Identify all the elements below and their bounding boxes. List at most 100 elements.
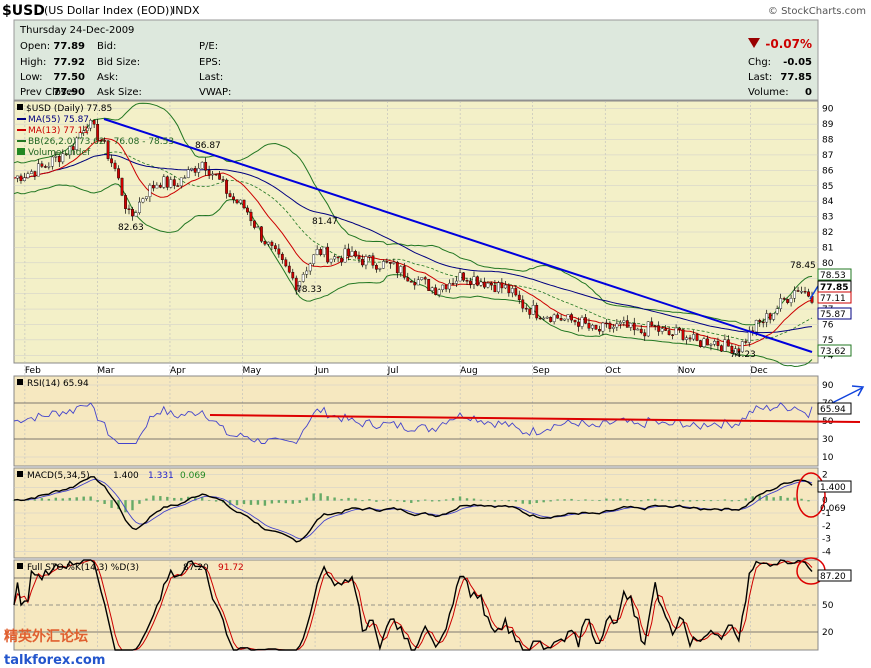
watermark-stockcharts: © StockCharts.com (768, 6, 866, 17)
rsi-tick-label: 90 (822, 381, 834, 391)
candle-body (657, 325, 661, 332)
candle-body (19, 175, 23, 182)
candle-body (507, 284, 511, 294)
candle-body (305, 270, 309, 275)
month-tick-label: Sep (533, 366, 550, 376)
macd-histogram-bar (556, 499, 559, 501)
box-rsi: 65.94 (817, 402, 852, 415)
candle-body (713, 340, 716, 345)
candle-body (496, 282, 500, 293)
candle-body (375, 265, 378, 270)
candle-body (200, 161, 204, 169)
price-tick-label: 84 (822, 197, 834, 207)
candle-body (165, 176, 169, 188)
macd-histogram-bar (430, 500, 434, 502)
candle-body (131, 209, 134, 217)
sto-tick-label: 20 (822, 628, 834, 638)
candle-body (381, 261, 385, 269)
candle-body (699, 340, 702, 347)
month-tick-label: Mar (97, 366, 114, 376)
macd-histogram-bar (61, 498, 64, 501)
candle-body (706, 338, 709, 346)
candle-body (409, 280, 413, 283)
candle-body (138, 201, 141, 213)
svg-text:Volume undef: Volume undef (28, 148, 91, 158)
macd-histogram-bar (723, 499, 727, 501)
svg-text:EPS:: EPS: (199, 57, 221, 68)
candle-body (228, 193, 232, 197)
svg-text:Open:: Open: (20, 41, 50, 52)
macd-histogram-bar (96, 500, 99, 502)
price-tick-label: 89 (822, 120, 834, 130)
candle-body (695, 334, 699, 341)
annotation-74-23: 74.23 (730, 350, 756, 360)
macd-tick-label: 2 (822, 470, 828, 480)
candle-body (660, 328, 664, 332)
candle-body (458, 272, 462, 282)
candle-body (312, 254, 316, 264)
candle-body (643, 332, 647, 337)
candle-body (521, 299, 525, 309)
candle-body (451, 282, 455, 285)
candle-body (779, 298, 783, 309)
rsi-tick-label: 30 (822, 435, 834, 445)
candle-body (807, 291, 810, 297)
macd-histogram-bar (166, 496, 169, 501)
candle-body (158, 184, 162, 188)
macd-histogram-bar (695, 500, 699, 502)
candle-body (615, 323, 619, 328)
candle-body (639, 328, 643, 333)
macd-histogram-bar (584, 499, 587, 501)
candle-body (472, 276, 476, 285)
candle-body (113, 162, 117, 169)
macd-histogram-bar (145, 498, 148, 501)
svg-text:0.069: 0.069 (180, 471, 206, 481)
macd-histogram-bar (688, 500, 692, 502)
candle-body (176, 185, 180, 187)
candle-body (416, 279, 420, 286)
candle-body (110, 158, 113, 164)
candle-body (726, 339, 730, 347)
candle-body (573, 319, 577, 323)
candle-body (768, 313, 772, 320)
watermark-cn: 精英外汇论坛 (4, 628, 88, 645)
candle-body (796, 290, 800, 292)
box-last: 77.85 (817, 280, 852, 293)
svg-text:VWAP:: VWAP: (199, 87, 231, 98)
candle-body (455, 280, 458, 284)
candle-body (566, 314, 570, 320)
candle-body (577, 321, 580, 327)
macd-tick-label: -2 (822, 522, 831, 532)
candle-body (242, 199, 246, 209)
candle-body (162, 176, 166, 188)
candle-body (89, 119, 93, 129)
candle-body (493, 284, 497, 293)
candle-body (719, 345, 723, 352)
candle-body (253, 220, 256, 228)
macd-histogram-bar (361, 500, 364, 502)
candle-body (249, 211, 253, 222)
candle-body (134, 212, 138, 217)
candle-body (26, 173, 30, 178)
macd-histogram-bar (382, 499, 385, 501)
candle-body (552, 314, 556, 322)
macd-histogram-bar (444, 499, 448, 501)
candle-body (326, 246, 330, 263)
candle-body (235, 199, 239, 204)
candle-body (169, 179, 173, 188)
candle-body (246, 207, 249, 213)
candle-body (549, 316, 553, 322)
candle-body (636, 328, 640, 331)
candle-body (465, 280, 469, 282)
candle-body (145, 196, 148, 199)
candle-body (681, 329, 685, 340)
macd-histogram-bar (709, 500, 713, 502)
candle-body (357, 256, 361, 260)
candle-body (371, 255, 375, 266)
candle-body (329, 258, 333, 263)
candle-body (336, 256, 340, 259)
candle-body (333, 256, 336, 260)
svg-text:Volume:: Volume: (748, 87, 789, 98)
right-last: Last: 77.85 (748, 72, 812, 83)
month-tick-label: Jun (314, 366, 329, 376)
